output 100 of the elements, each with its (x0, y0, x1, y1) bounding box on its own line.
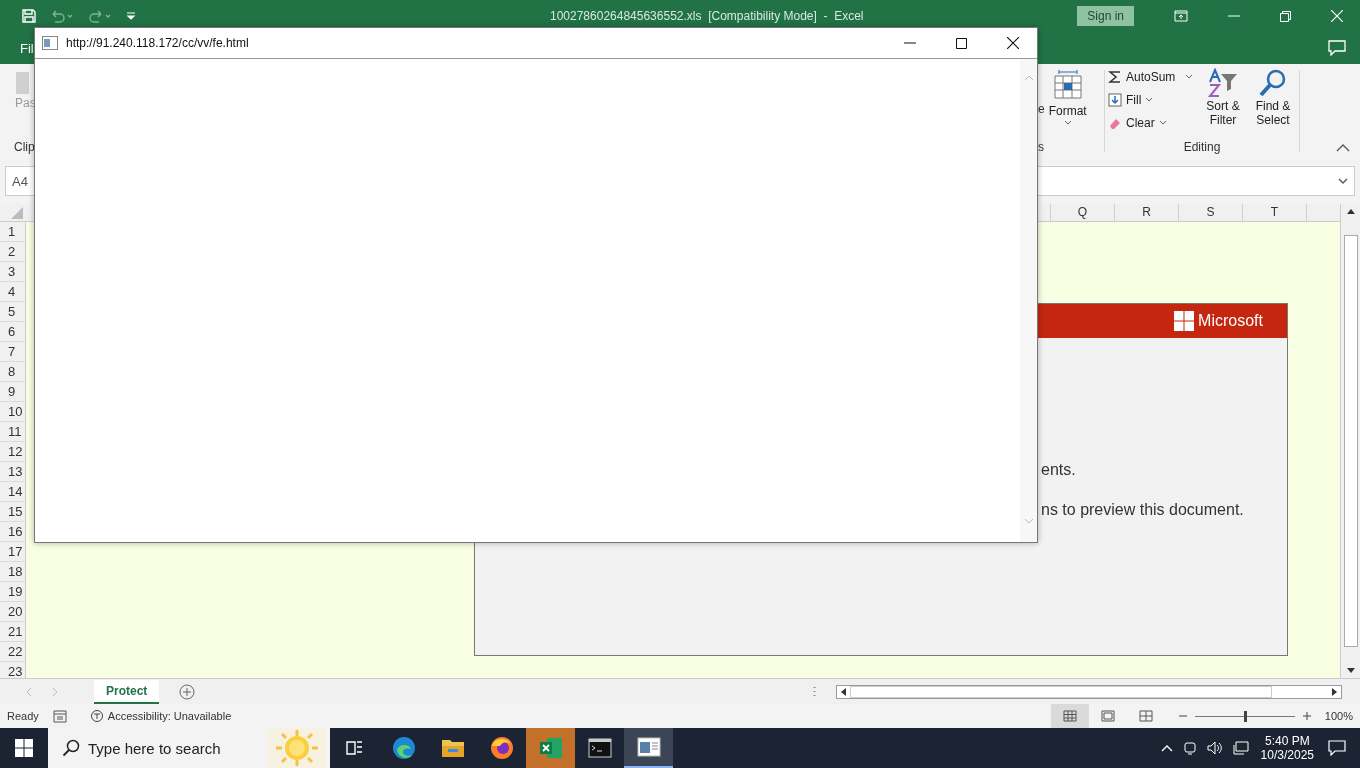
task-view-icon[interactable] (345, 740, 364, 756)
page-layout-icon[interactable] (1100, 710, 1115, 722)
vertical-scrollbar[interactable] (1340, 204, 1360, 678)
scroll-up-icon[interactable] (1346, 208, 1355, 214)
row-header[interactable]: 5 (0, 302, 25, 322)
show-hidden-icons-icon[interactable] (1160, 744, 1173, 752)
group-label: Editing (1183, 140, 1221, 154)
search-bar[interactable]: Type here to search (48, 728, 330, 768)
windows-logo-icon[interactable] (15, 739, 33, 757)
format-button[interactable]: Format (1048, 104, 1087, 118)
brand-name: Microsoft (1198, 312, 1263, 330)
row-header[interactable]: 22 (0, 642, 25, 662)
group-label: s (1038, 140, 1045, 154)
scroll-left-icon[interactable] (840, 687, 846, 696)
close-icon[interactable] (1007, 37, 1019, 49)
delete-button[interactable]: e (1038, 102, 1045, 116)
folder-icon[interactable] (440, 738, 465, 758)
restore-icon[interactable] (1280, 10, 1291, 22)
row-header[interactable]: 6 (0, 322, 25, 342)
clear-button[interactable]: Clear (1126, 116, 1155, 130)
column-header[interactable]: T (1242, 204, 1306, 221)
search-field[interactable]: Type here to search (88, 739, 258, 757)
network-icon[interactable] (1232, 741, 1249, 755)
row-header[interactable]: 11 (0, 422, 25, 442)
sign-in-button[interactable]: Sign in (1077, 6, 1134, 26)
zoom-in-icon[interactable] (1302, 712, 1311, 720)
accessibility-icon[interactable] (88, 709, 105, 723)
clock-time[interactable]: 5:40 PM (1264, 734, 1310, 748)
sort-filter-icon[interactable] (1207, 68, 1239, 98)
row-header[interactable]: 13 (0, 462, 25, 482)
row-header[interactable]: 9 (0, 382, 25, 402)
scroll-thumb[interactable] (850, 685, 1272, 698)
normal-view-icon[interactable] (1062, 710, 1077, 722)
row-header[interactable]: 2 (0, 242, 25, 262)
macro-icon[interactable] (52, 709, 67, 723)
row-header[interactable]: 17 (0, 542, 25, 562)
zoom-level[interactable]: 100% (1324, 710, 1353, 722)
page-icon (42, 36, 58, 50)
caret-icon[interactable] (1185, 74, 1194, 80)
sigma-icon[interactable] (1108, 70, 1122, 84)
row-header[interactable]: 20 (0, 602, 25, 622)
volume-icon[interactable] (1206, 741, 1223, 755)
collapse-ribbon-icon[interactable] (1336, 144, 1350, 152)
add-sheet-icon[interactable] (179, 683, 196, 700)
format-cells-icon[interactable] (1052, 70, 1083, 102)
taskbar-app[interactable] (624, 728, 673, 768)
autosum-button[interactable]: AutoSum (1126, 70, 1176, 84)
browser-icon[interactable] (391, 736, 416, 760)
status-text: Ready (7, 710, 39, 722)
page-break-icon[interactable] (1138, 710, 1153, 722)
network-status-icon[interactable] (1182, 741, 1197, 755)
accessibility-status[interactable]: Accessibility: Unavailable (107, 710, 232, 722)
row-header[interactable]: 14 (0, 482, 25, 502)
window-icon[interactable] (636, 737, 661, 757)
row-header[interactable]: 16 (0, 522, 25, 542)
row-header[interactable]: 18 (0, 562, 25, 582)
column-header[interactable]: R (1114, 204, 1178, 221)
ribbon-display-icon[interactable] (1174, 10, 1188, 22)
save-icon[interactable] (21, 8, 37, 24)
document-text: ns to preview this document. (1041, 501, 1245, 519)
comment-icon[interactable] (1328, 40, 1346, 56)
caret-icon[interactable] (1145, 97, 1154, 103)
scroll-right-icon[interactable] (1332, 687, 1338, 696)
row-header[interactable]: 12 (0, 442, 25, 462)
redo-icon[interactable] (87, 8, 113, 24)
row-header[interactable]: 7 (0, 342, 25, 362)
column-header[interactable]: Q (1050, 204, 1114, 221)
row-header[interactable]: 21 (0, 622, 25, 642)
windows-logo-icon (1174, 311, 1195, 331)
caret-icon[interactable] (1338, 178, 1348, 184)
column-header[interactable]: S (1178, 204, 1242, 221)
fill-down-icon[interactable] (1108, 93, 1122, 107)
search-icon[interactable] (62, 739, 80, 757)
sort-filter-button[interactable]: Sort & Filter (1206, 99, 1240, 127)
find-select-button[interactable]: Find & Select (1255, 99, 1291, 127)
scroll-down-icon[interactable] (1346, 668, 1355, 674)
row-header[interactable]: 3 (0, 262, 25, 282)
group-label: Clip (14, 140, 35, 154)
horizontal-scrollbar[interactable] (836, 684, 1342, 699)
scroll-thumb[interactable] (1343, 235, 1358, 647)
window-title: http://91.240.118.172/cc/vv/fe.html (66, 36, 249, 50)
file-tab[interactable]: Fil (0, 40, 34, 56)
terminal-icon[interactable] (587, 738, 612, 758)
fill-button[interactable]: Fill (1126, 93, 1142, 107)
sheet-tab[interactable]: Protect (94, 679, 160, 704)
row-header[interactable]: 19 (0, 582, 25, 602)
spreadsheet-app-icon[interactable] (538, 737, 563, 759)
row-header[interactable]: 8 (0, 362, 25, 382)
clipboard-icon[interactable] (15, 70, 29, 96)
clock-date[interactable]: 10/3/2025 (1260, 748, 1314, 762)
row-header[interactable]: 4 (0, 282, 25, 302)
notifications-icon[interactable] (1328, 740, 1346, 756)
maximize-icon[interactable] (956, 37, 967, 49)
row-header[interactable]: 10 (0, 402, 25, 422)
row-header[interactable]: 15 (0, 502, 25, 522)
caret-icon[interactable] (1063, 120, 1072, 126)
zoom-thumb[interactable] (1243, 710, 1247, 722)
row-header[interactable]: 1 (0, 222, 25, 242)
caret-icon[interactable] (1158, 120, 1167, 126)
browser-icon[interactable] (489, 736, 514, 760)
